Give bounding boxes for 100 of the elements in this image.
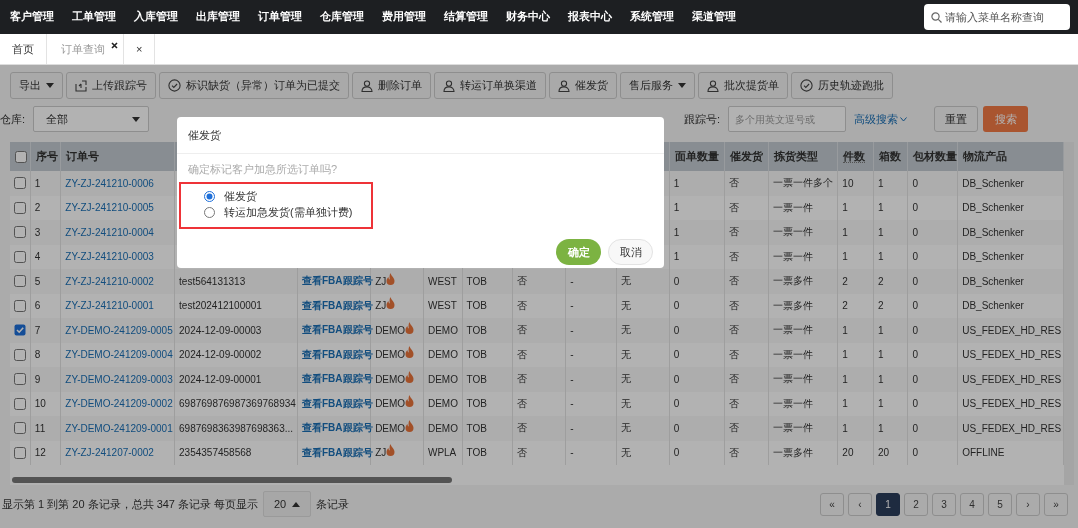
table-cell: 1 [673, 226, 680, 238]
order-link[interactable]: ZY-ZJ-241210-0003 [65, 251, 154, 263]
order-link[interactable]: ZY-DEMO-241209-0002 [65, 398, 173, 410]
advanced-search-link[interactable]: 高级搜索 [854, 111, 908, 127]
table-cell: test564131313 [179, 275, 246, 287]
nav-item[interactable]: 工单管理 [72, 10, 116, 24]
table-cell: 0 [673, 275, 680, 287]
table-cell: DB_Schenker [962, 275, 1024, 287]
table-cell: US_FEDEX_HD_RES [962, 373, 1062, 385]
table-cell: DEMO [427, 349, 458, 361]
table-cell: 1 [842, 398, 848, 410]
table-cell: 0 [912, 373, 918, 385]
nav-item[interactable]: 仓库管理 [320, 10, 364, 24]
toolbar-button[interactable]: 催发货 [549, 72, 617, 99]
reset-button[interactable]: 重置 [934, 106, 979, 132]
toolbar-button[interactable]: 删除订单 [352, 72, 431, 99]
nav-item[interactable]: 渠道管理 [692, 10, 736, 24]
table-cell: US_FEDEX_HD_RES [962, 422, 1062, 434]
table-cell: TOB [466, 324, 487, 336]
table-cell: 9 [34, 373, 41, 385]
table-cell: 一票一件 [773, 422, 814, 434]
table-cell: 一票一件 [773, 201, 814, 213]
tab[interactable]: 首页 [0, 34, 47, 64]
search-field[interactable]: 请输入菜单名称查询 [924, 4, 1070, 30]
toolbar-button[interactable]: 上传跟踪号 [66, 72, 156, 99]
table-cell: 5 [34, 275, 41, 287]
page-button[interactable]: 4 [960, 492, 984, 516]
table-cell: 0 [912, 177, 918, 189]
field-label: 跟踪号: [684, 111, 721, 127]
table-cell: 2 [34, 202, 41, 214]
table-cell: 0 [912, 422, 918, 434]
nav-item[interactable]: 报表中心 [568, 10, 612, 24]
order-link[interactable]: ZY-ZJ-241210-0001 [65, 300, 154, 312]
warehouse-select[interactable]: 全部 [33, 106, 150, 132]
page-button[interactable]: 1 [876, 492, 900, 516]
table-cell: 0 [912, 398, 918, 410]
toolbar-button[interactable]: 批次提货单 [698, 72, 788, 99]
table-cell: 0 [673, 349, 680, 361]
table-cell: 一票一件 [773, 348, 814, 360]
dialog-message: 确定标记客户加急所选订单吗? [188, 162, 339, 177]
page-button[interactable]: › [1016, 492, 1040, 516]
table-cell: 否 [728, 177, 739, 189]
table-cell: 1 [877, 422, 884, 434]
toolbar-button[interactable]: 历史轨迹跑批 [791, 72, 893, 99]
toolbar-button[interactable]: 售后服务 [620, 72, 695, 99]
table-cell: 2024-12-09-00003 [179, 324, 262, 336]
table-cell: TOB [466, 275, 487, 287]
page-button[interactable]: ‹ [848, 492, 872, 516]
table-cell: 12 [34, 447, 46, 459]
table-cell: DEMO [427, 422, 458, 434]
table-cell: 否 [728, 348, 739, 360]
table-cell: 0 [912, 275, 918, 287]
table-cell: 一票多件 [773, 446, 814, 458]
table-cell: 无 [620, 397, 631, 409]
table-cell: 一票一件 [773, 226, 814, 238]
toolbar-button[interactable]: 转运订单换渠道 [434, 72, 546, 99]
nav-item[interactable]: 订单管理 [258, 10, 302, 24]
tab[interactable]: × [124, 34, 156, 64]
column-header[interactable]: 订单号 [66, 150, 100, 162]
page-button[interactable]: « [820, 492, 844, 516]
page-button[interactable]: 5 [988, 492, 1012, 516]
nav-item[interactable]: 入库管理 [134, 10, 178, 24]
table-cell: 11 [34, 422, 46, 434]
order-link[interactable]: ZY-ZJ-241210-0005 [65, 202, 154, 214]
nav-item[interactable]: 系统管理 [630, 10, 674, 24]
page-button[interactable]: 3 [932, 492, 956, 516]
nav-item[interactable]: 财务中心 [506, 10, 550, 24]
cancel-button[interactable]: 取消 [608, 239, 653, 265]
table-cell: ZJ [375, 300, 387, 312]
field-label: 仓库: [0, 111, 26, 127]
table-cell: 无 [620, 348, 631, 360]
table-cell: 一票一件 [773, 373, 814, 385]
table-cell: 一票多件 [773, 275, 814, 287]
table-cell: 无 [620, 446, 631, 458]
page-button[interactable]: 2 [904, 492, 928, 516]
page-size-select[interactable]: 20 [263, 491, 312, 517]
nav-item[interactable]: 费用管理 [382, 10, 426, 24]
column-header[interactable]: 物流产品 [963, 150, 1008, 162]
table-cell: 否 [728, 446, 739, 458]
table-cell: DEMO [375, 373, 406, 385]
table-cell: OFFLINE [962, 447, 1005, 459]
order-link[interactable]: ZY-ZJ-241207-0002 [65, 447, 154, 459]
radio-option[interactable]: 转运加急发货(需单独计费) [204, 204, 373, 220]
table-cell: 否 [728, 324, 739, 336]
table-cell: 8 [34, 349, 41, 361]
table-cell: TOB [466, 349, 487, 361]
table-cell: 10 [34, 398, 46, 410]
table-cell: 1 [673, 202, 680, 214]
nav-item[interactable]: 出库管理 [196, 10, 240, 24]
radio-option[interactable]: 催发货 [204, 188, 373, 204]
table-cell: 0 [912, 447, 918, 459]
toolbar-button[interactable]: 导出 [10, 72, 63, 99]
nav-item[interactable]: 结算管理 [444, 10, 488, 24]
page-button[interactable]: » [1044, 492, 1068, 516]
table-cell: US_FEDEX_HD_RES [962, 324, 1062, 336]
table-cell: WEST [427, 275, 457, 287]
toolbar-button[interactable]: 标识缺货（异常）订单为已提交 [159, 72, 349, 99]
nav-item[interactable]: 客户管理 [10, 10, 54, 24]
table-cell: 0 [673, 422, 680, 434]
table-cell: 否 [728, 422, 739, 434]
